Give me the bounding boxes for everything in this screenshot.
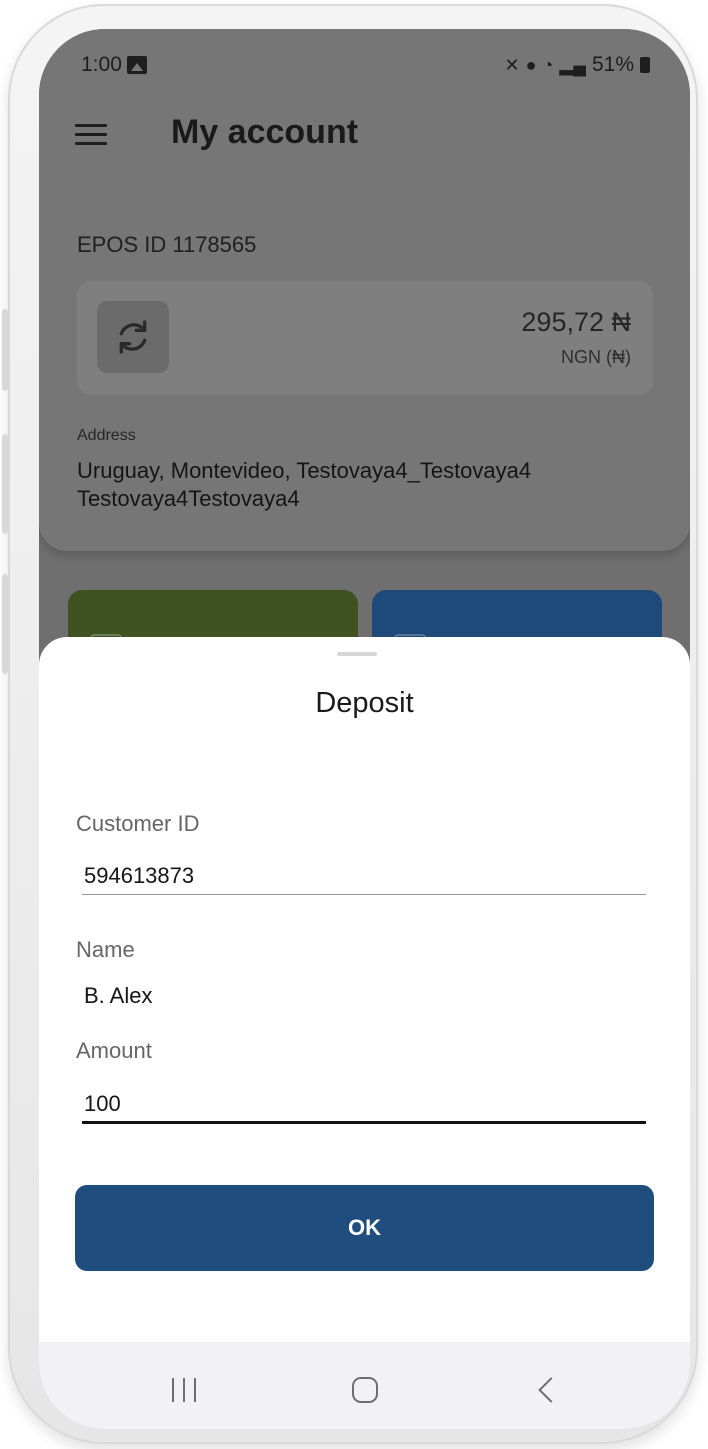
signal-icon: ▂▄ — [559, 55, 586, 75]
name-value: B. Alex — [84, 983, 153, 1008]
mute-icon: ✕ — [504, 55, 520, 75]
photo-icon — [127, 56, 147, 74]
refresh-button[interactable] — [97, 301, 169, 373]
amount-underline — [82, 1121, 646, 1124]
amount-field[interactable]: 100 — [84, 1091, 121, 1117]
battery-icon — [640, 57, 650, 73]
balance-amount: 295,72 ₦ — [521, 307, 631, 337]
side-button — [2, 574, 8, 674]
customer-id-field[interactable]: 594613873 — [84, 863, 194, 889]
refresh-icon — [119, 320, 147, 354]
epos-id: EPOS ID 1178565 — [77, 232, 257, 257]
address-value: Uruguay, Montevideo, Testovaya4_Testovay… — [77, 458, 532, 511]
amount-label: Amount — [76, 1038, 152, 1063]
menu-icon[interactable] — [75, 124, 107, 146]
address-label: Address — [77, 427, 136, 444]
back-icon[interactable] — [538, 1377, 564, 1403]
screen: 1:00 ✕ ● ◔ ▂▄ 51% My account EPOS ID 117… — [39, 29, 690, 1429]
volume-button — [2, 309, 8, 391]
balance-box: 295,72 ₦ NGN (₦) — [77, 281, 653, 395]
status-bar: 1:00 ✕ ● ◔ ▂▄ 51% — [39, 29, 690, 101]
home-icon[interactable] — [352, 1377, 378, 1403]
deposit-sheet: Deposit Customer ID 594613873 Name B. Al… — [39, 637, 690, 1429]
recents-icon[interactable] — [172, 1378, 196, 1402]
account-card: 1:00 ✕ ● ◔ ▂▄ 51% My account EPOS ID 117… — [39, 29, 690, 551]
navigation-bar — [39, 1342, 690, 1429]
battery-level: 51% — [591, 53, 634, 76]
status-time: 1:00 — [81, 53, 122, 76]
page-title: My account — [171, 113, 359, 151]
drag-handle[interactable] — [337, 652, 377, 656]
name-label: Name — [76, 937, 135, 962]
power-button — [2, 434, 8, 534]
status-icons: ✕ ● ◔ ▂▄ 51% — [505, 53, 650, 77]
balance-currency: NGN (₦) — [561, 347, 631, 367]
wifi-icon: ◔ — [542, 55, 554, 75]
location-icon: ● — [525, 55, 537, 75]
ok-button[interactable]: OK — [75, 1185, 654, 1271]
customer-id-label: Customer ID — [76, 811, 200, 836]
phone-frame: 1:00 ✕ ● ◔ ▂▄ 51% My account EPOS ID 117… — [2, 4, 698, 1444]
customer-id-underline — [82, 894, 646, 895]
sheet-title: Deposit — [315, 687, 414, 719]
